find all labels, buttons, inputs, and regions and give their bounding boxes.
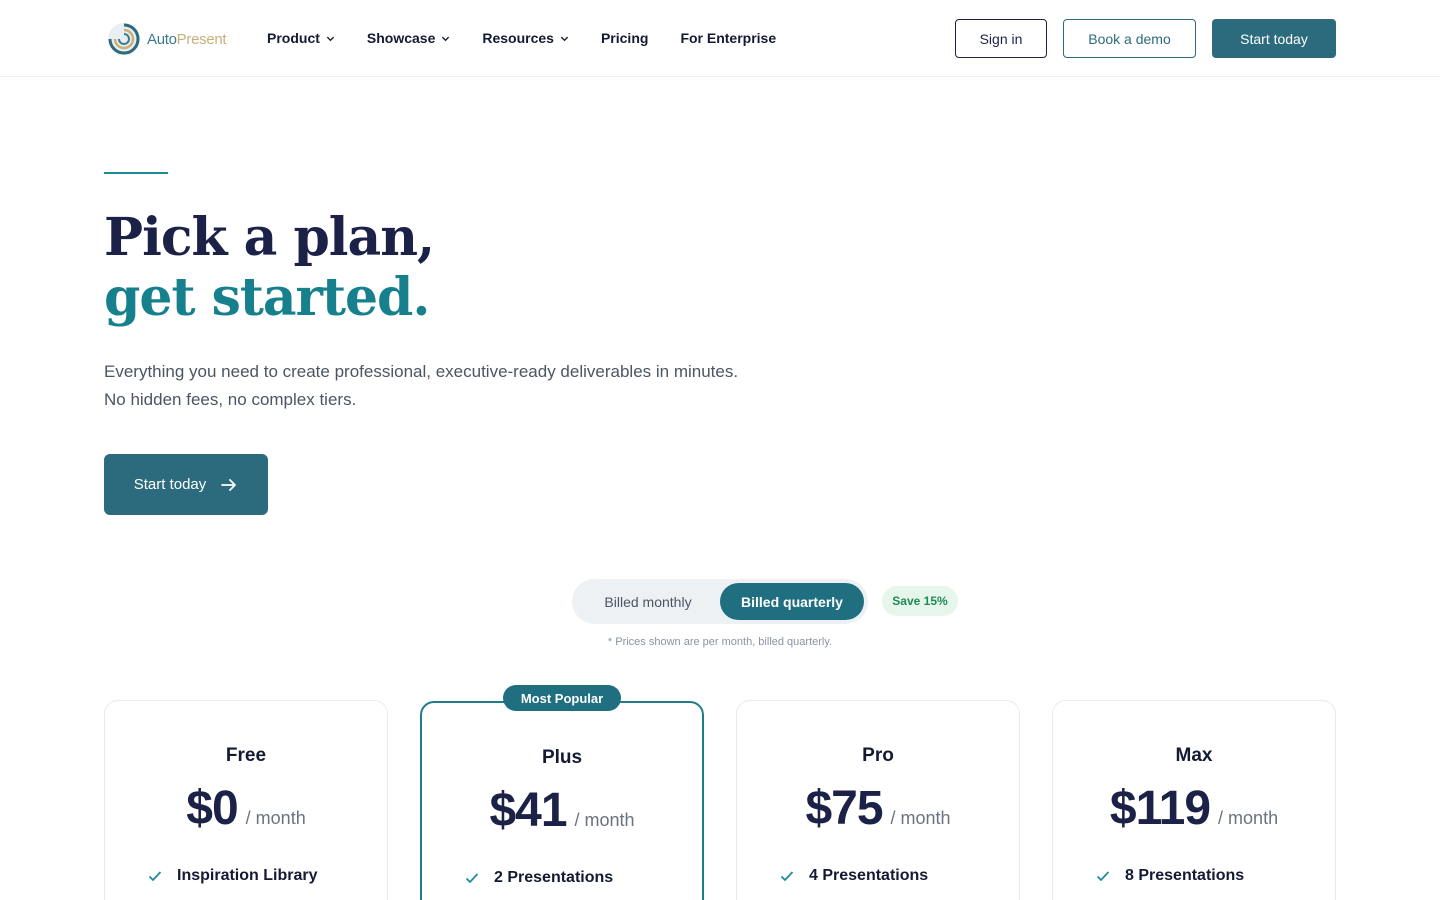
- plan-feature: 2 Presentations: [464, 869, 613, 887]
- plan-name: Max: [1175, 745, 1213, 766]
- hero-cta-label: Start today: [133, 476, 207, 493]
- plan-card-plus[interactable]: Plus $41 / month 2 Presentations: [420, 701, 704, 900]
- plan-price-row: $119 / month: [1053, 781, 1335, 836]
- save-badge: Save 15%: [882, 586, 958, 616]
- plan-card-free[interactable]: Free $0 / month Inspiration Library: [104, 700, 388, 900]
- plan-period: / month: [1218, 808, 1279, 828]
- plan-price: $0: [186, 782, 238, 835]
- check-icon: [1096, 871, 1110, 882]
- brand-logo[interactable]: AutoPresent: [107, 22, 227, 56]
- chevron-down-icon: [442, 36, 450, 41]
- plan-period: / month: [890, 808, 951, 828]
- plan-price-row: $41 / month: [422, 783, 702, 838]
- start-today-hero-button[interactable]: Start today: [104, 454, 268, 515]
- start-today-header-button[interactable]: Start today: [1212, 19, 1336, 58]
- most-popular-badge: Most Popular: [503, 685, 621, 711]
- brand-name: AutoPresent: [147, 30, 227, 48]
- chevron-down-icon: [326, 36, 335, 41]
- nav-item-pricing[interactable]: Pricing: [601, 30, 648, 46]
- billing-toggle: Billed monthly Billed quarterly: [572, 579, 868, 624]
- plan-card-pro[interactable]: Pro $75 / month 4 Presentations: [736, 700, 1020, 900]
- billed-monthly-option[interactable]: Billed monthly: [580, 583, 716, 620]
- book-demo-button[interactable]: Book a demo: [1063, 19, 1196, 58]
- check-icon: [780, 871, 794, 882]
- plan-period: / month: [574, 810, 635, 830]
- nav-item-showcase[interactable]: Showcase: [367, 30, 450, 46]
- sign-in-button[interactable]: Sign in: [955, 19, 1047, 58]
- plan-price-row: $0 / month: [105, 781, 387, 836]
- plan-name: Free: [225, 745, 267, 766]
- price-note: * Prices shown are per month, billed qua…: [607, 636, 833, 648]
- plan-feature: Inspiration Library: [147, 867, 317, 885]
- accent-divider: [104, 172, 168, 174]
- plan-card-max[interactable]: Max $119 / month 8 Presentations: [1052, 700, 1336, 900]
- plan-feature: 4 Presentations: [779, 867, 928, 885]
- check-icon: [148, 871, 162, 882]
- plan-price: $119: [1109, 782, 1211, 835]
- arrow-right-icon: [221, 478, 237, 491]
- main-nav: Product Showcase Resources Pricing For E…: [267, 30, 776, 46]
- plan-price-row: $75 / month: [737, 781, 1019, 836]
- plan-price: $41: [489, 784, 567, 837]
- swirl-logo-icon: [108, 23, 140, 55]
- plan-name: Plus: [541, 747, 583, 768]
- nav-item-resources[interactable]: Resources: [482, 30, 569, 46]
- check-icon: [465, 873, 479, 884]
- plan-feature: 8 Presentations: [1095, 867, 1244, 885]
- plan-name: Pro: [862, 745, 894, 766]
- hero-subtitle: Everything you need to create profession…: [104, 362, 739, 409]
- nav-item-product[interactable]: Product: [267, 30, 335, 46]
- title-line-1: Pick a plan,: [104, 207, 435, 268]
- plan-price: $75: [805, 782, 883, 835]
- page-title: Pick a plan, get started.: [104, 207, 435, 328]
- chevron-down-icon: [560, 36, 569, 41]
- billed-quarterly-option[interactable]: Billed quarterly: [720, 583, 864, 620]
- title-line-2: get started.: [104, 267, 431, 328]
- plan-period: / month: [245, 808, 306, 828]
- site-header: AutoPresent Product Showcase Resources P…: [0, 0, 1440, 77]
- nav-item-enterprise[interactable]: For Enterprise: [680, 30, 776, 46]
